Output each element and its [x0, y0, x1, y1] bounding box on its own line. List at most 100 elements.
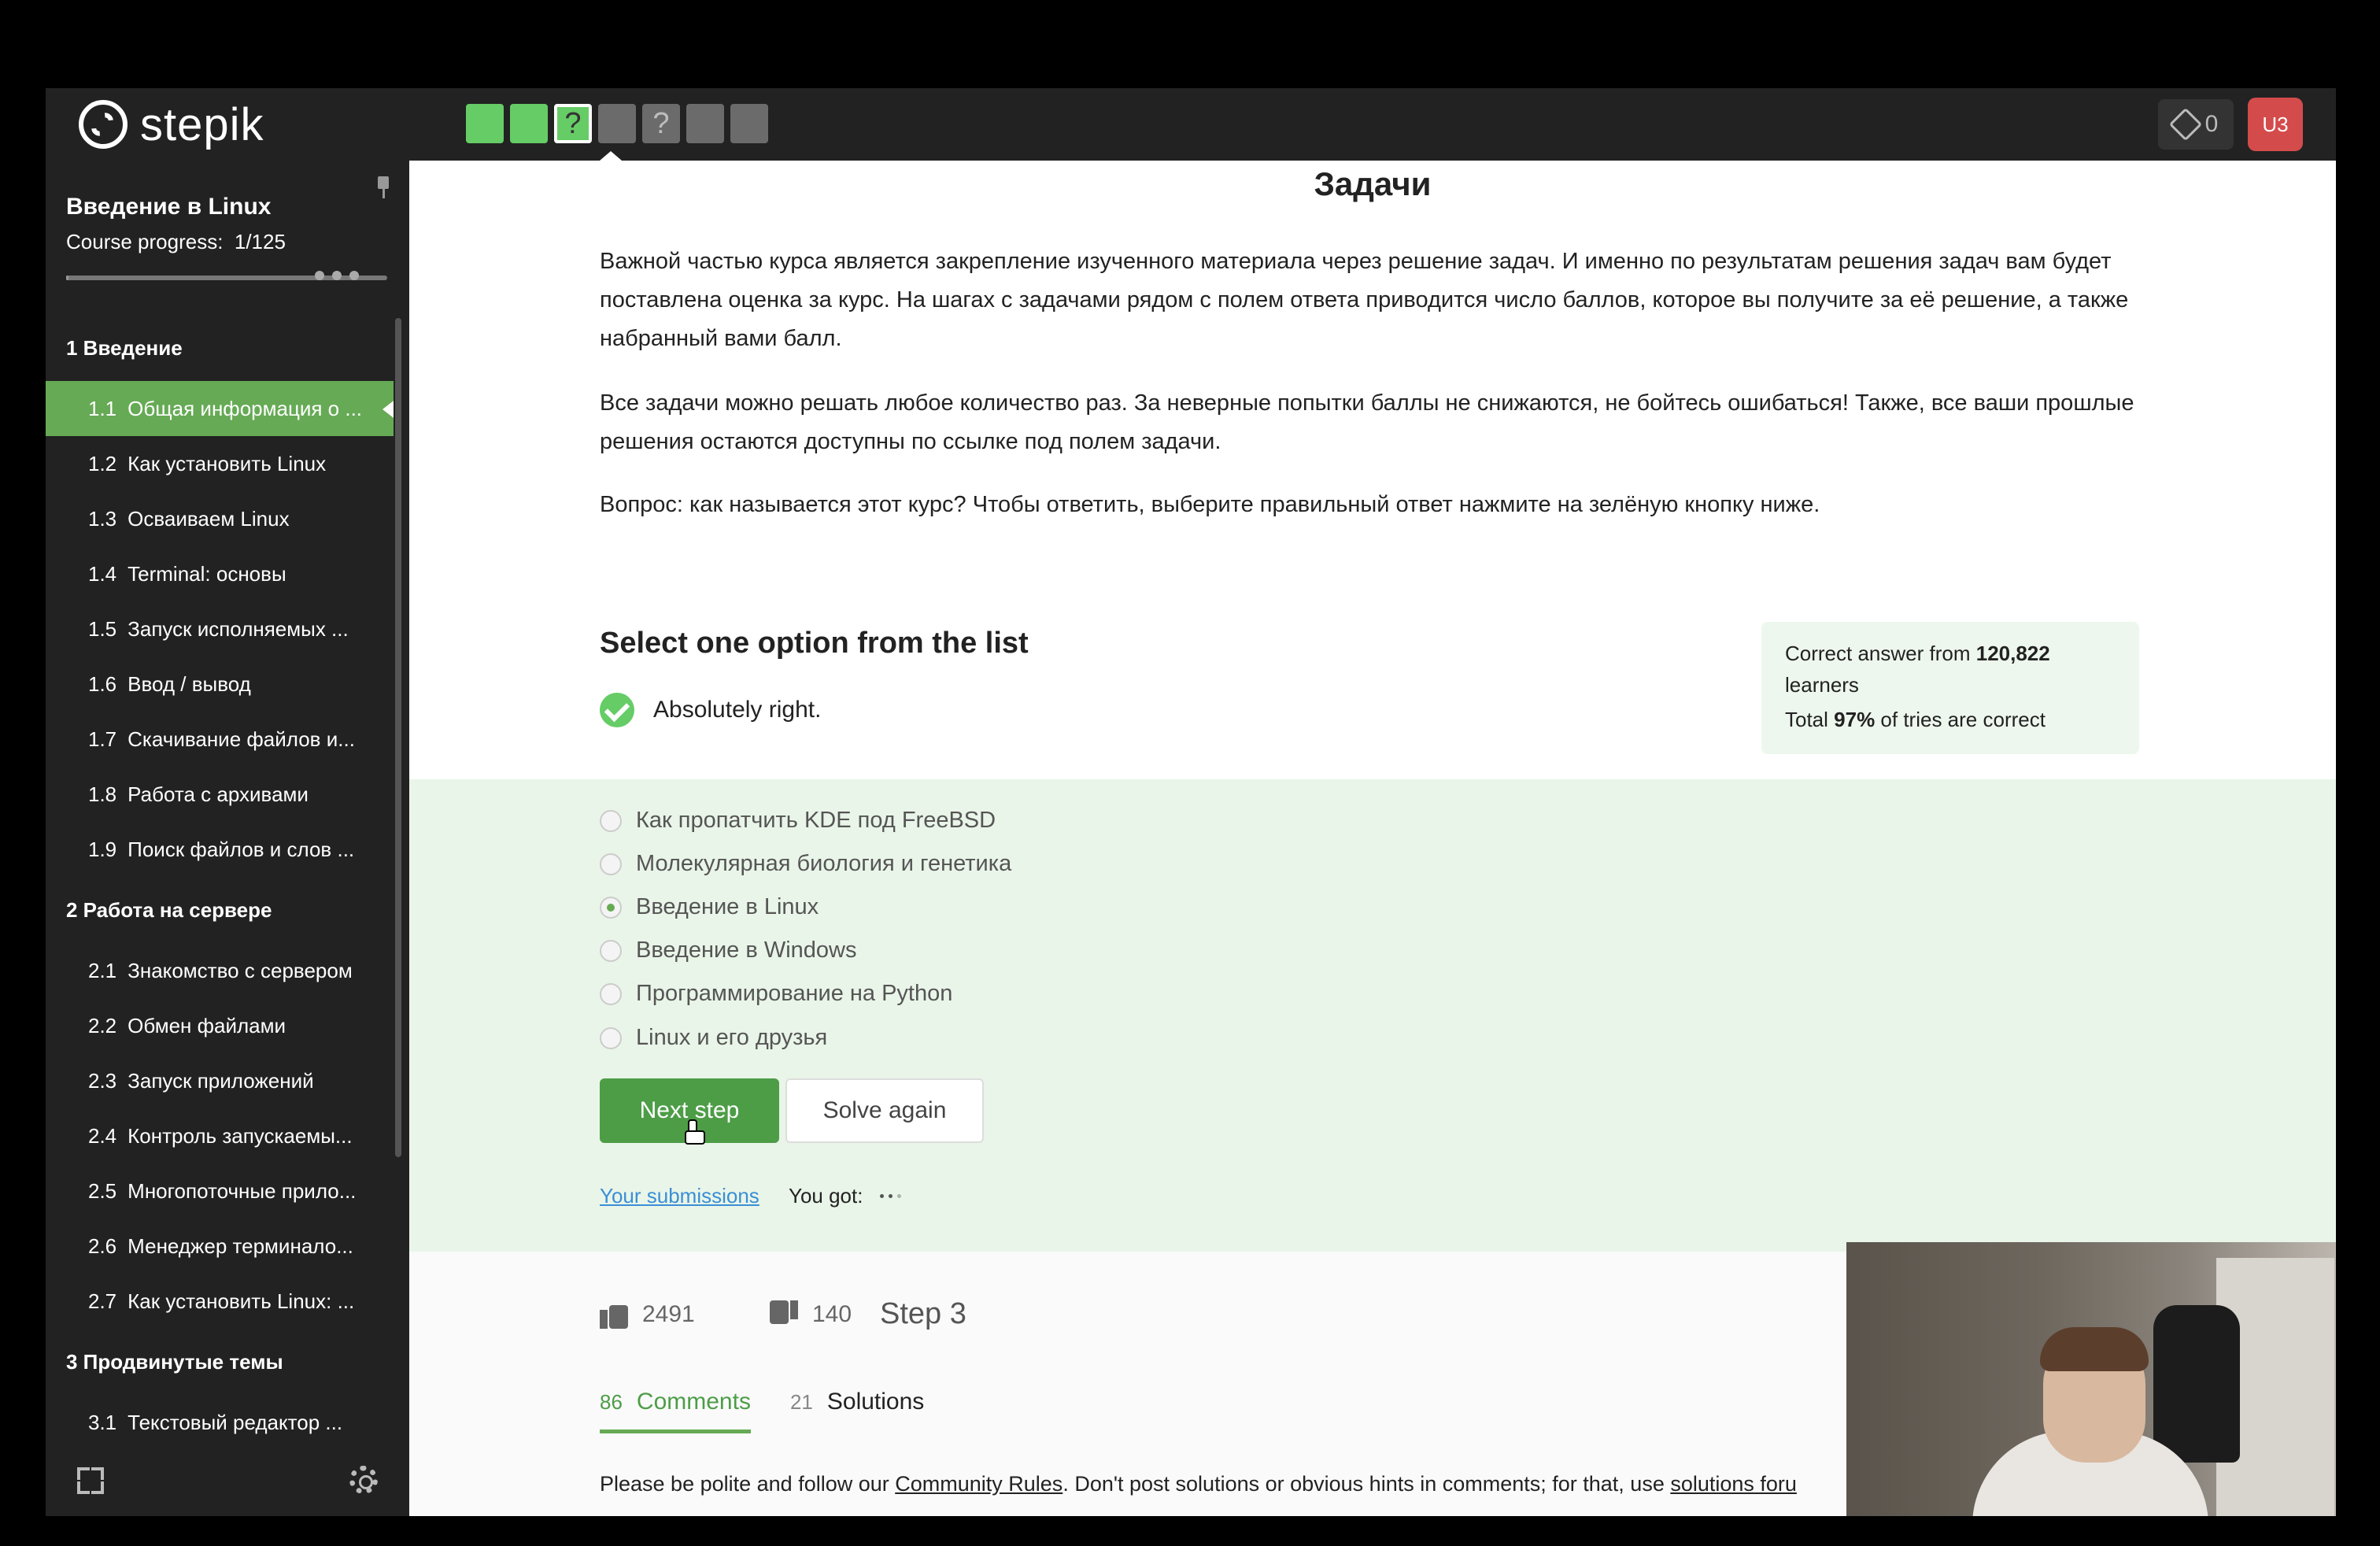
step-marker[interactable] — [686, 104, 724, 143]
thumbs-down-icon — [770, 1300, 798, 1329]
lesson-title: Общая информация о ... — [128, 397, 363, 420]
lesson-number: 2.5 — [88, 1179, 117, 1203]
sidebar-lesson-item[interactable]: 1.9 Поиск файлов и слов ... — [46, 822, 394, 877]
webcam-coat — [2153, 1305, 2240, 1463]
sidebar-lesson-item[interactable]: 1.6 Ввод / вывод — [46, 656, 394, 712]
sidebar-lesson-item[interactable]: 2.2 Обмен файлами — [46, 998, 394, 1053]
sidebar-lesson-item[interactable]: 1.2 Как установить Linux — [46, 436, 394, 491]
tab-label: Comments — [636, 1389, 751, 1415]
answer-option[interactable]: Введение в Linux — [600, 894, 819, 920]
radio-button[interactable] — [600, 896, 622, 919]
pin-icon[interactable] — [376, 176, 390, 198]
sidebar-section-title[interactable]: 3 Продвинутые темы — [46, 1329, 394, 1395]
like-button[interactable]: 2491 — [600, 1300, 695, 1329]
course-progress-label: Course progress: — [66, 230, 224, 253]
sidebar-scrollbar[interactable] — [395, 318, 401, 1157]
sidebar-lesson-item[interactable]: 2.5 Многопоточные прило... — [46, 1163, 394, 1219]
stepik-logo-icon — [79, 100, 128, 149]
step-marker[interactable] — [598, 104, 636, 143]
sidebar-lesson-item[interactable]: 1.1 Общая информация о ... — [46, 381, 394, 436]
sidebar-lesson-item[interactable]: 2.7 Как установить Linux: ... — [46, 1274, 394, 1329]
score-row: You got: — [789, 1184, 902, 1208]
sidebar-lesson-item[interactable]: 3.1 Текстовый редактор ... — [46, 1395, 394, 1450]
sidebar-lesson-item[interactable]: 2.6 Менеджер терминало... — [46, 1219, 394, 1274]
lesson-title: Обмен файлами — [128, 1014, 286, 1037]
lesson-title: Текстовый редактор ... — [128, 1411, 343, 1434]
step-marker[interactable] — [730, 104, 768, 143]
option-label: Введение в Linux — [636, 894, 819, 919]
rules-prefix: Please be polite and follow our — [600, 1472, 896, 1496]
answer-option[interactable]: Введение в Windows — [600, 938, 856, 963]
radio-button[interactable] — [600, 1026, 622, 1049]
dislike-button[interactable]: 140 — [770, 1300, 852, 1329]
answer-option[interactable]: Молекулярная биология и генетика — [600, 851, 1011, 877]
sidebar-section-title[interactable]: 2 Работа на сервере — [46, 877, 394, 943]
sidebar-lesson-item[interactable]: 1.3 Осваиваем Linux — [46, 491, 394, 546]
sidebar-section-title[interactable]: 1 Введение — [46, 315, 394, 381]
lesson-number: 1.9 — [88, 838, 117, 861]
hand-cursor-icon — [685, 1119, 705, 1145]
stats-total-suffix: of tries are correct — [1875, 708, 2046, 731]
option-label: Молекулярная биология и генетика — [636, 851, 1012, 876]
points-value: 0 — [2204, 111, 2219, 137]
sidebar-lesson-item[interactable]: 2.4 Контроль запускаемы... — [46, 1108, 394, 1163]
sidebar-lesson-item[interactable]: 1.5 Запуск исполняемых ... — [46, 601, 394, 656]
community-rules-text: Please be polite and follow our Communit… — [600, 1472, 1797, 1496]
sidebar-lesson-item[interactable]: 1.7 Скачивание файлов и... — [46, 712, 394, 767]
step-marker[interactable]: ? — [554, 104, 592, 143]
your-submissions-link[interactable]: Your submissions — [600, 1184, 759, 1208]
lesson-number: 2.6 — [88, 1234, 117, 1258]
rules-middle: . Don't post solutions or obvious hints … — [1062, 1472, 1671, 1496]
fullscreen-icon[interactable] — [77, 1467, 104, 1494]
step-marker[interactable]: ? — [642, 104, 680, 143]
lesson-number: 2.4 — [88, 1124, 117, 1148]
correct-percent: 97% — [1834, 708, 1876, 731]
community-rules-link[interactable]: Community Rules — [895, 1472, 1062, 1496]
radio-button[interactable] — [600, 853, 622, 875]
sidebar-footer — [46, 1447, 409, 1516]
step-label: Step 3 — [880, 1297, 966, 1330]
solutions-forum-link[interactable]: solutions foru — [1670, 1472, 1797, 1496]
sidebar-lesson-item[interactable]: 1.8 Работа с архивами — [46, 767, 394, 822]
course-title[interactable]: Введение в Linux — [66, 194, 271, 220]
course-progress-fill — [66, 276, 69, 280]
user-avatar[interactable]: U3 — [2248, 98, 2303, 151]
answer-option[interactable]: Linux и его друзья — [600, 1025, 827, 1051]
tab-solutions[interactable]: 21 Solutions — [790, 1389, 924, 1433]
page-title: Задачи — [1314, 165, 1432, 202]
radio-button[interactable] — [600, 809, 622, 832]
stats-prefix: Correct answer from — [1785, 642, 1976, 665]
sidebar-lesson-item[interactable]: 2.3 Запуск приложений — [46, 1053, 394, 1108]
option-label: Linux и его друзья — [636, 1025, 828, 1050]
course-progress-value: 1/125 — [234, 230, 286, 253]
points-badge[interactable]: 0 — [2158, 99, 2234, 150]
lesson-title: Осваиваем Linux — [128, 507, 290, 531]
like-count: 2491 — [642, 1301, 695, 1327]
step-marker[interactable] — [466, 104, 504, 143]
paragraph-3: Вопрос: как называется этот курс? Чтобы … — [600, 492, 1820, 517]
radio-button[interactable] — [600, 939, 622, 962]
you-got-label: You got: — [789, 1184, 863, 1208]
tab-comments[interactable]: 86 Comments — [600, 1389, 751, 1433]
lesson-number: 1.8 — [88, 782, 117, 806]
feedback-row: Absolutely right. — [600, 693, 821, 727]
paragraph-1: Важной частью курса является закрепление… — [600, 249, 2129, 351]
solve-again-button[interactable]: Solve again — [785, 1078, 984, 1143]
settings-gear-icon[interactable] — [349, 1466, 378, 1494]
lesson-title: Как установить Linux — [128, 452, 327, 475]
radio-button[interactable] — [600, 982, 622, 1005]
points-icon — [2168, 107, 2202, 142]
stepik-logo[interactable]: stepik — [79, 98, 264, 151]
score-loading-icon — [880, 1194, 902, 1198]
step-marker[interactable] — [510, 104, 548, 143]
thumbs-up-icon — [600, 1300, 628, 1329]
quiz-stats: Correct answer from 120,822 learners Tot… — [1761, 622, 2139, 754]
answer-option[interactable]: Как пропатчить KDE под FreeBSD — [600, 808, 996, 834]
top-bar: stepik ?? 0 U3 — [46, 88, 2336, 161]
progress-dots — [315, 271, 359, 280]
sidebar-lesson-item[interactable]: 1.4 Terminal: основы — [46, 546, 394, 601]
answer-option[interactable]: Программирование на Python — [600, 981, 952, 1007]
lesson-title: Работа с архивами — [128, 782, 309, 806]
lesson-title: Многопоточные прило... — [128, 1179, 357, 1203]
sidebar-lesson-item[interactable]: 2.1 Знакомство с сервером — [46, 943, 394, 998]
